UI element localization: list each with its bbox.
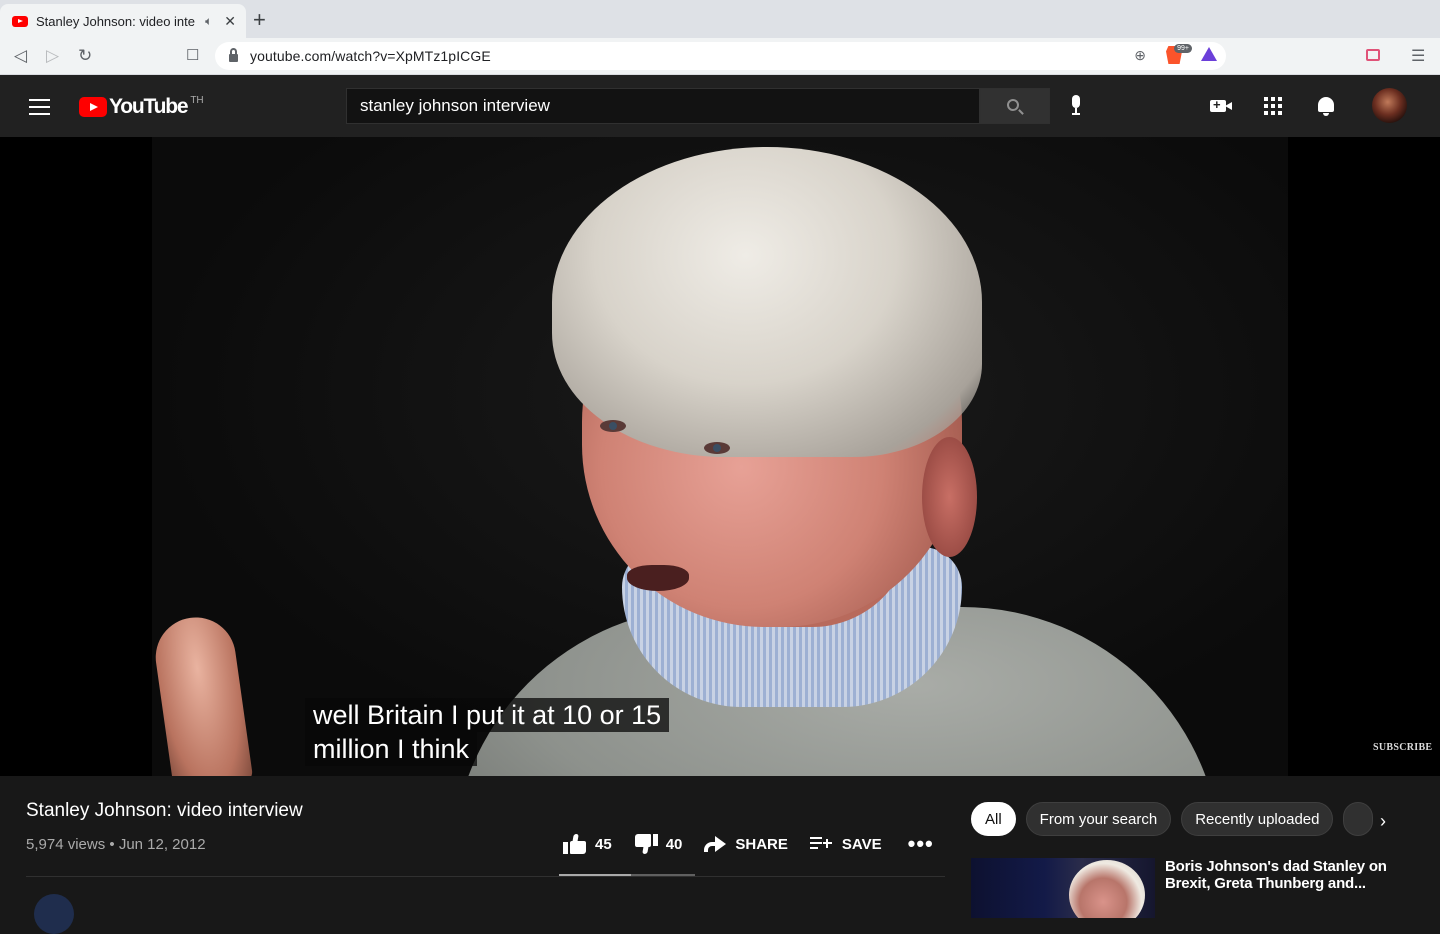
caption-line: well Britain I put it at 10 or 15	[305, 698, 670, 732]
closed-captions: well Britain I put it at 10 or 15 millio…	[305, 698, 670, 766]
notifications-bell-icon[interactable]	[1317, 95, 1335, 117]
watch-metadata: Stanley Johnson: video interview 5,974 v…	[0, 776, 1440, 934]
reload-icon[interactable]: ↻	[78, 46, 92, 66]
youtube-favicon-icon	[12, 15, 28, 27]
browser-tab[interactable]: Stanley Johnson: video inter 🔈︎ ✕	[0, 4, 246, 38]
related-video-title[interactable]: Boris Johnson's dad Stanley on Brexit, G…	[1165, 858, 1405, 892]
browser-tabstrip: Stanley Johnson: video inter 🔈︎ ✕ +	[0, 0, 1440, 38]
speaker-icon[interactable]: 🔈︎	[205, 14, 212, 29]
video-actions: 45 40 SHARE SAVE •••	[563, 833, 934, 855]
wallet-icon[interactable]	[1366, 49, 1380, 61]
video-player[interactable]: well Britain I put it at 10 or 15 millio…	[0, 137, 1440, 776]
browser-toolbar: ◁ ▷ ↻ ☐ youtube.com/watch?v=XpMTz1pICGE …	[0, 38, 1440, 75]
search-button[interactable]	[980, 88, 1050, 124]
zoom-icon[interactable]: ⊕	[1134, 47, 1146, 64]
like-button[interactable]: 45	[563, 834, 612, 854]
forward-icon[interactable]: ▷	[46, 46, 59, 66]
speaker-mouth	[627, 565, 689, 591]
thumbs-up-icon	[563, 834, 587, 854]
apps-grid-icon[interactable]	[1264, 97, 1282, 115]
tab-title: Stanley Johnson: video inter	[36, 13, 196, 29]
url-text: youtube.com/watch?v=XpMTz1pICGE	[250, 48, 491, 64]
speaker-hair	[552, 147, 982, 457]
share-arrow-icon	[704, 836, 727, 852]
new-tab-button[interactable]: +	[253, 9, 266, 31]
lock-icon	[229, 48, 238, 62]
dislike-count: 40	[665, 835, 683, 853]
youtube-masthead: YouTube TH	[0, 75, 1440, 137]
caption-line: million I think	[305, 732, 478, 766]
dislike-button[interactable]: 40	[634, 834, 683, 854]
more-actions-icon[interactable]: •••	[908, 833, 934, 855]
youtube-logo[interactable]: YouTube TH	[79, 95, 204, 119]
speaker-eye	[704, 442, 730, 454]
microphone-icon[interactable]	[1070, 95, 1082, 117]
search-input[interactable]	[360, 96, 960, 116]
chip-all[interactable]: All	[971, 802, 1016, 836]
chip-overflow[interactable]	[1343, 802, 1374, 836]
like-count: 45	[595, 835, 612, 853]
video-meta: 5,974 views • Jun 12, 2012	[26, 836, 206, 853]
divider	[26, 876, 945, 877]
browser-menu-icon[interactable]: ☰	[1411, 46, 1425, 66]
logo-wordmark: YouTube	[109, 95, 189, 118]
speaker-eye	[600, 420, 626, 432]
channel-avatar[interactable]	[34, 894, 74, 934]
playlist-add-icon	[809, 837, 832, 851]
bookmark-icon[interactable]: ☐	[186, 46, 199, 66]
thumbs-down-icon	[634, 834, 658, 854]
share-label: SHARE	[735, 835, 788, 853]
speaker-ear	[922, 437, 977, 557]
region-code: TH	[190, 94, 204, 106]
related-video-thumbnail[interactable]	[971, 858, 1155, 918]
save-label: SAVE	[841, 835, 882, 853]
search-icon	[1007, 99, 1019, 111]
brave-rewards-icon[interactable]	[1201, 47, 1217, 61]
guide-menu-icon[interactable]	[29, 99, 50, 120]
chevron-right-icon[interactable]: ›	[1380, 811, 1386, 832]
youtube-play-icon	[79, 97, 107, 117]
account-avatar[interactable]	[1372, 88, 1407, 123]
shield-count-badge: 99+	[1174, 44, 1192, 53]
upload-date: Jun 12, 2012	[118, 836, 206, 853]
subscribe-watermark[interactable]: SUBSCRIBE	[1373, 742, 1432, 753]
chip-recently-uploaded[interactable]: Recently uploaded	[1181, 802, 1334, 836]
create-video-icon[interactable]	[1210, 97, 1232, 112]
save-button[interactable]: SAVE	[809, 835, 882, 853]
back-icon[interactable]: ◁	[14, 46, 27, 66]
address-bar[interactable]: youtube.com/watch?v=XpMTz1pICGE ⊕ 99+	[215, 42, 1226, 70]
search-box	[346, 88, 980, 124]
meta-separator: •	[109, 836, 119, 853]
video-title: Stanley Johnson: video interview	[26, 800, 303, 821]
close-icon[interactable]: ✕	[224, 13, 236, 30]
share-button[interactable]: SHARE	[704, 836, 788, 853]
related-filter-chips: All From your search Recently uploaded	[971, 802, 1383, 836]
speaker-hand	[150, 612, 254, 776]
chip-from-your-search[interactable]: From your search	[1025, 802, 1172, 836]
video-frame	[150, 137, 1288, 776]
view-count: 5,974 views	[26, 836, 106, 853]
